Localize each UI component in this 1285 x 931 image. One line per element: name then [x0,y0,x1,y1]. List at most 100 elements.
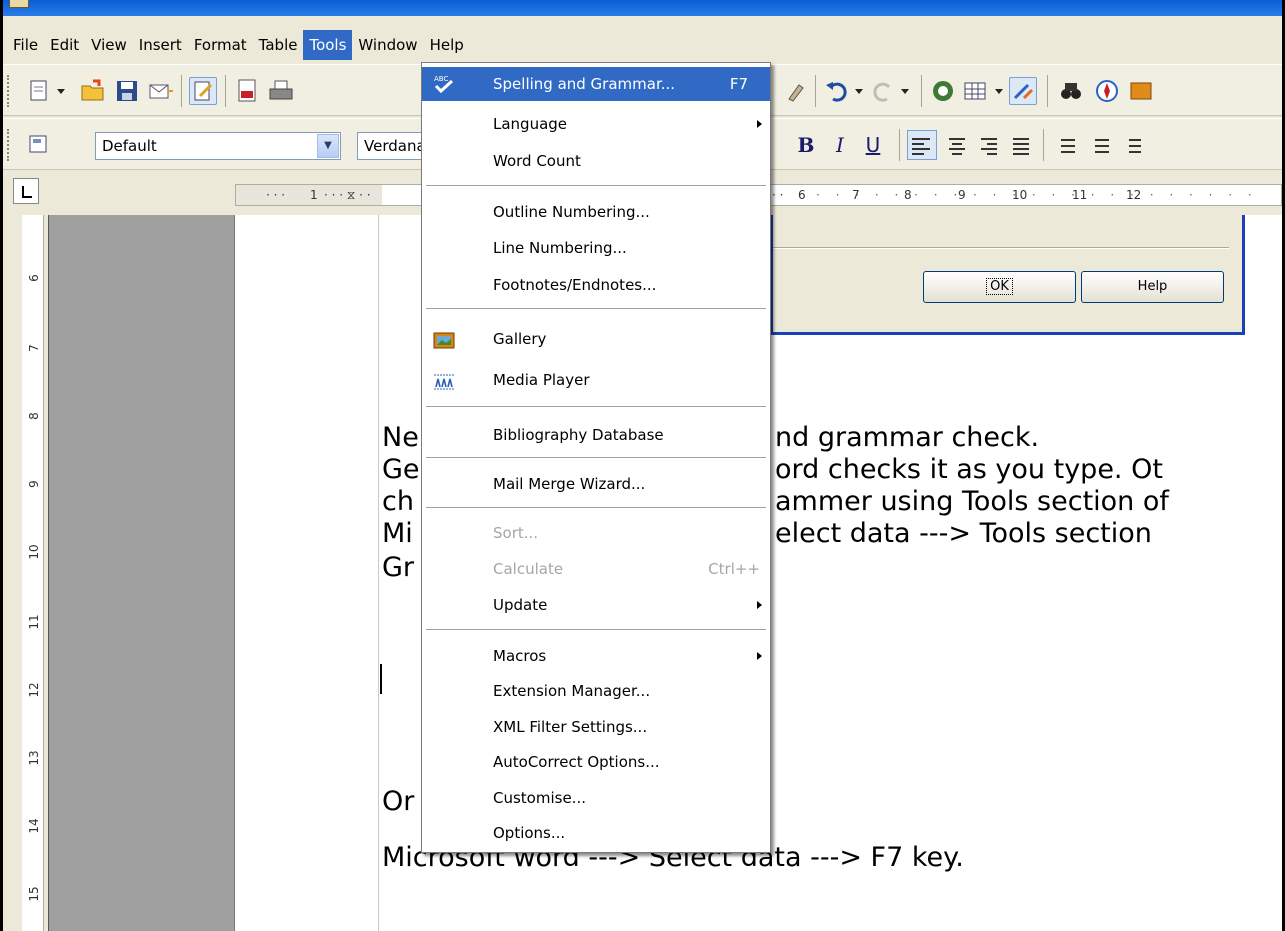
justify-icon[interactable] [1009,133,1033,157]
menu-item-sort[interactable]: Sort... [422,516,770,550]
menu-edit[interactable]: Edit [44,30,85,60]
doc-line: ch [382,486,414,517]
spellcheck-icon: ABC [432,73,456,95]
menu-item-footnotes-endnotes[interactable]: Footnotes/Endnotes... [422,268,770,302]
title-bar [3,0,1282,16]
ruler-tick-label: 11 [27,614,41,630]
paragraph-style-select[interactable]: Default ▼ [95,132,341,160]
table-dropdown-arrow[interactable] [995,89,1003,94]
ruler-tick-label: 9 [27,480,41,488]
menu-insert[interactable]: Insert [133,30,188,60]
align-center-icon[interactable] [945,133,969,157]
toolbar-grip[interactable] [7,129,11,161]
ok-button-label: OK [986,278,1013,295]
media-player-icon [432,369,456,391]
ok-button[interactable]: OK [923,271,1076,303]
table-icon[interactable] [961,77,989,105]
submenu-arrow-icon [757,652,762,660]
menu-item-word-count[interactable]: Word Count [422,144,770,178]
email-icon[interactable] [147,77,175,105]
menu-table[interactable]: Table [253,30,304,60]
menu-bar: File Edit View Insert Format Table Tools… [3,28,1282,62]
print-icon[interactable] [267,77,295,105]
gallery-toolbar-icon[interactable] [1127,77,1155,105]
menu-item-customise[interactable]: Customise... [422,781,770,815]
submenu-arrow-icon [757,601,762,609]
ruler-tick-label: 6 [798,188,806,202]
font-name-value: Verdana [364,137,425,155]
tools-menu: ABC Spelling and Grammar... F7 Language … [421,62,771,853]
toolbar-grip[interactable] [7,75,11,107]
ruler-tick-label: 7 [27,344,41,352]
undo-icon[interactable] [823,77,851,105]
tab-stop-selector[interactable] [13,178,39,204]
menu-item-mail-merge-wizard[interactable]: Mail Merge Wizard... [422,467,770,501]
redo-icon[interactable] [869,77,897,105]
menu-item-bibliography-database[interactable]: Bibliography Database [422,418,770,452]
open-folder-icon[interactable] [79,77,107,105]
format-paintbrush-icon[interactable] [783,77,811,105]
ruler-tick-label: 6 [27,274,41,282]
gallery-icon [432,328,456,350]
new-document-icon[interactable] [25,77,53,105]
underline-button[interactable]: U [859,131,887,159]
doc-line-fragment: elect data ---> Tools section [775,518,1152,549]
menu-file[interactable]: File [7,30,44,60]
edit-file-icon[interactable] [189,77,217,105]
menu-item-spelling-and-grammar[interactable]: ABC Spelling and Grammar... F7 [422,67,770,101]
menu-window[interactable]: Window [352,30,423,60]
menu-format[interactable]: Format [188,30,253,60]
chevron-down-icon[interactable]: ▼ [317,134,339,158]
doc-line: Ne [382,422,419,453]
menu-item-extension-manager[interactable]: Extension Manager... [422,674,770,708]
redo-dropdown-arrow[interactable] [901,89,909,94]
help-button[interactable]: Help [1081,271,1224,303]
export-pdf-icon[interactable] [233,77,261,105]
navigator-compass-icon[interactable] [1093,77,1121,105]
new-dropdown-arrow[interactable] [57,89,65,94]
numbering-icon[interactable] [1053,133,1077,157]
ruler-tick-label: 10 [27,544,41,560]
menu-item-xml-filter-settings[interactable]: XML Filter Settings... [422,710,770,744]
bold-button[interactable]: B [792,131,820,159]
doc-line: Gr [382,552,415,583]
menu-item-macros[interactable]: Macros [422,639,770,673]
menu-item-autocorrect-options[interactable]: AutoCorrect Options... [422,745,770,779]
menu-item-media-player[interactable]: Media Player [422,363,770,397]
menu-item-calculate[interactable]: Calculate Ctrl++ [422,552,770,586]
ruler-tick-label: 13 [27,750,41,766]
bullets-icon[interactable] [1087,133,1111,157]
text-boundary [378,215,379,931]
ruler-tick-label: 12 [27,682,41,698]
decrease-indent-icon[interactable] [1119,133,1143,157]
show-draw-functions-icon[interactable] [1009,77,1037,105]
find-binoculars-icon[interactable] [1057,77,1085,105]
doc-line: Or [382,786,415,817]
doc-line: Ge [382,454,420,485]
doc-line: Mi [382,518,413,549]
italic-button[interactable]: I [826,131,854,159]
font-name-select[interactable]: Verdana [357,132,425,160]
navigator-icon[interactable] [929,77,957,105]
workspace-background [48,215,234,931]
menu-item-outline-numbering[interactable]: Outline Numbering... [422,195,770,229]
menu-view[interactable]: View [85,30,133,60]
menu-item-gallery[interactable]: Gallery [422,322,770,356]
menu-item-options[interactable]: Options... [422,816,770,850]
ruler-tick-label: 15 [27,886,41,902]
align-left-icon[interactable] [907,130,937,160]
save-icon[interactable] [113,77,141,105]
styles-and-formatting-icon[interactable] [25,131,53,159]
menu-tools[interactable]: Tools [303,30,353,60]
align-right-icon[interactable] [977,133,1001,157]
app-icon [9,0,29,8]
menu-item-update[interactable]: Update [422,588,770,622]
menu-help[interactable]: Help [424,30,470,60]
undo-dropdown-arrow[interactable] [855,89,863,94]
ruler-tick-label: 14 [27,818,41,834]
dialog-window: OK Help [770,215,1245,335]
menu-item-line-numbering[interactable]: Line Numbering... [422,231,770,265]
ruler-tick-label: 1 [310,188,318,202]
vertical-ruler[interactable]: 6 7 8 9 10 11 12 13 14 15 [22,215,44,931]
menu-item-language[interactable]: Language [422,107,770,141]
